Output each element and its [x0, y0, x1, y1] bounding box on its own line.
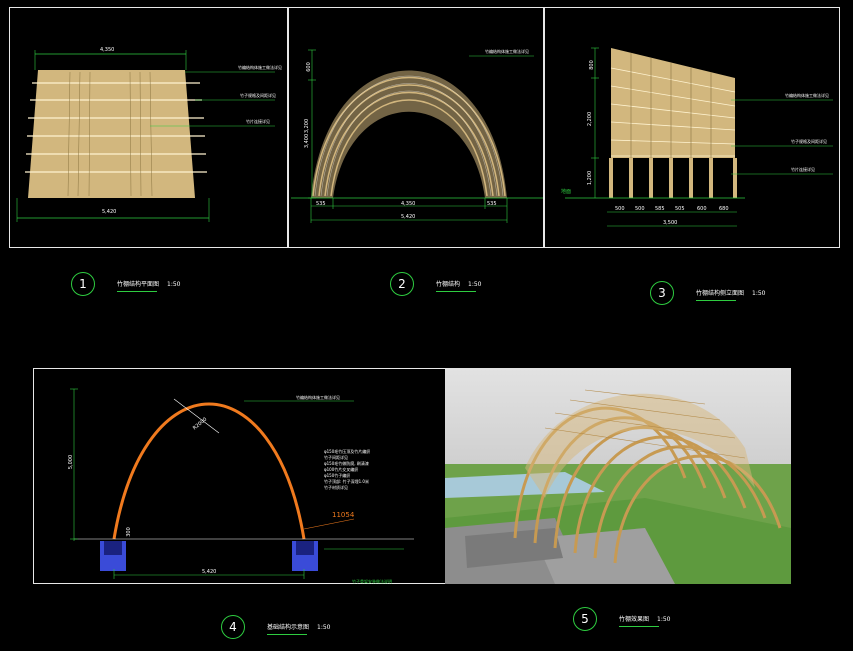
arch-mid-dimension: 4,350	[401, 201, 416, 207]
side-span-2: 500	[635, 206, 645, 212]
panel-plan-view: 4,350 5,420 竹编结构体施工做法详见 竹子规格及间距详见 竹片连接详见	[9, 7, 288, 248]
side-span-5: 600	[697, 206, 707, 212]
caption-5: 5 竹棚效果图 1:50	[573, 607, 671, 631]
caption-4-number: 4	[221, 615, 245, 639]
panel-side-elevation: 800 2,200 1,200 地面 500 500 585 505 600 6…	[544, 7, 840, 248]
panel-arch-elevation: 600 3,200 3,400 535 4,350 535 5,420 竹编结构…	[288, 7, 544, 248]
caption-4-title: 基础结构示意图	[267, 623, 310, 635]
plan-note-1: 竹编结构体施工做法详见	[238, 65, 282, 70]
side-span-3: 585	[655, 206, 665, 212]
foundation-footer-note: 竹子骨架安装做法说明	[352, 579, 392, 584]
side-ground-label: 地面	[561, 189, 572, 195]
caption-4-scale: 1:50	[317, 623, 331, 631]
foundation-base-depth: 300	[125, 527, 132, 537]
caption-5-title: 竹棚效果图	[619, 615, 660, 627]
side-height-2: 2,200	[587, 111, 594, 127]
caption-1-number: 1	[71, 272, 95, 296]
arch-height-2: 3,200	[304, 118, 311, 134]
caption-1-title: 竹棚结构平面图	[117, 280, 160, 292]
foundation-arc-length: 11054	[332, 511, 355, 519]
plan-top-dimension: 4,350	[100, 47, 115, 53]
foundation-height: 5,000	[68, 454, 75, 470]
caption-3-title: 竹棚结构侧立面图	[696, 289, 745, 301]
arch-note-1: 竹编结构体施工做法详见	[485, 49, 529, 54]
foundation-note-1: 竹编结构体施工做法详见	[296, 395, 340, 400]
caption-5-scale: 1:50	[657, 615, 671, 623]
side-height-3: 1,200	[587, 170, 594, 186]
panel-foundation: 5,000 R2000 300 5,420 11054 竹编结构体施工做法详见 …	[33, 368, 446, 584]
side-note-2: 竹子规格及间距详见	[791, 139, 827, 144]
caption-1-scale: 1:50	[167, 280, 181, 288]
side-span-4: 505	[675, 206, 685, 212]
caption-2-title: 竹棚结构	[436, 280, 477, 292]
arch-height-1: 600	[305, 62, 312, 72]
caption-3-scale: 1:50	[752, 289, 766, 297]
side-elevation-drawing	[565, 47, 833, 227]
panel-rendering	[445, 368, 791, 584]
arch-elevation-drawing	[291, 49, 543, 223]
arch-left-dimension: 535	[316, 201, 326, 207]
arch-height-3: 3,400	[304, 133, 311, 149]
plan-note-2: 竹子规格及间距详见	[240, 93, 276, 98]
caption-2: 2 竹棚结构 1:50	[390, 272, 482, 296]
plan-view-drawing	[16, 50, 275, 222]
caption-4: 4 基础结构示意图 1:50	[221, 615, 331, 639]
plan-bottom-dimension: 5,420	[102, 209, 117, 215]
foundation-width: 5,420	[202, 569, 217, 575]
foundation-drawing	[70, 388, 414, 579]
caption-5-number: 5	[573, 607, 597, 631]
plan-note-3: 竹片连接详见	[246, 119, 270, 124]
caption-2-number: 2	[390, 272, 414, 296]
side-note-1: 竹编结构体施工做法详见	[785, 93, 829, 98]
side-height-1: 800	[588, 60, 595, 70]
arch-right-dimension: 535	[487, 201, 497, 207]
side-span-6: 680	[719, 206, 729, 212]
caption-2-scale: 1:50	[468, 280, 482, 288]
caption-1: 1 竹棚结构平面图 1:50	[71, 272, 181, 296]
side-note-3: 竹片连接详见	[791, 167, 815, 172]
arch-total-dimension: 5,420	[401, 214, 416, 220]
foundation-note-8: 竹子材质详见	[324, 485, 348, 490]
rendering-image	[445, 368, 791, 584]
caption-3: 3 竹棚结构侧立面图 1:50	[650, 281, 766, 305]
side-span-1: 500	[615, 206, 625, 212]
caption-3-number: 3	[650, 281, 674, 305]
side-total-dimension: 3,500	[663, 220, 678, 226]
